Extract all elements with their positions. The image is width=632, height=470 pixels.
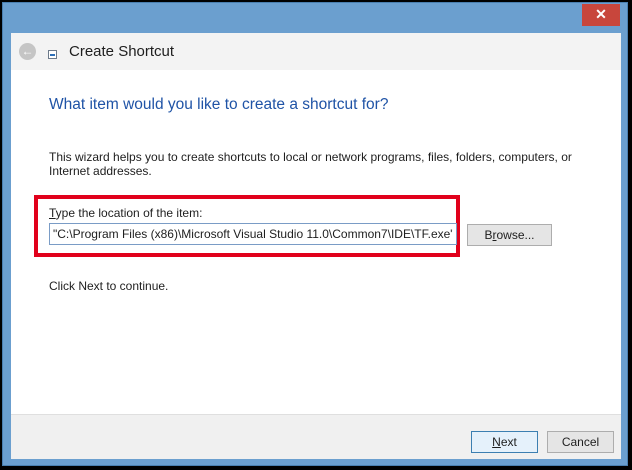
location-label-accelerator: T	[49, 206, 56, 220]
close-button[interactable]: ✕	[582, 4, 620, 26]
next-label-accelerator: N	[492, 435, 501, 449]
location-label-text: ype the location of the item:	[55, 206, 203, 220]
location-label: Type the location of the item:	[49, 206, 202, 220]
browse-label-pre: B	[484, 228, 493, 242]
back-arrow-icon: ←	[21, 44, 34, 58]
cancel-button[interactable]: Cancel	[547, 431, 614, 453]
shortcut-icon	[48, 50, 57, 59]
browse-button[interactable]: Browse...	[467, 224, 552, 246]
next-button[interactable]: Next	[471, 431, 538, 453]
browse-label-post: owse...	[496, 228, 535, 242]
location-input[interactable]	[49, 223, 457, 245]
continue-instruction: Click Next to continue.	[49, 279, 169, 293]
wizard-content: What item would you like to create a sho…	[11, 70, 621, 414]
window-title: Create Shortcut	[69, 43, 175, 60]
next-label-rest: ext	[500, 435, 517, 449]
wizard-description: This wizard helps you to create shortcut…	[49, 150, 572, 178]
wizard-header: ← Create Shortcut	[11, 33, 621, 70]
page-heading: What item would you like to create a sho…	[49, 96, 389, 113]
create-shortcut-window: ✕ ← Create Shortcut What item would you …	[2, 2, 628, 466]
wizard-footer: Next Cancel	[11, 414, 621, 459]
close-icon: ✕	[595, 6, 607, 22]
back-button[interactable]: ←	[19, 43, 36, 60]
